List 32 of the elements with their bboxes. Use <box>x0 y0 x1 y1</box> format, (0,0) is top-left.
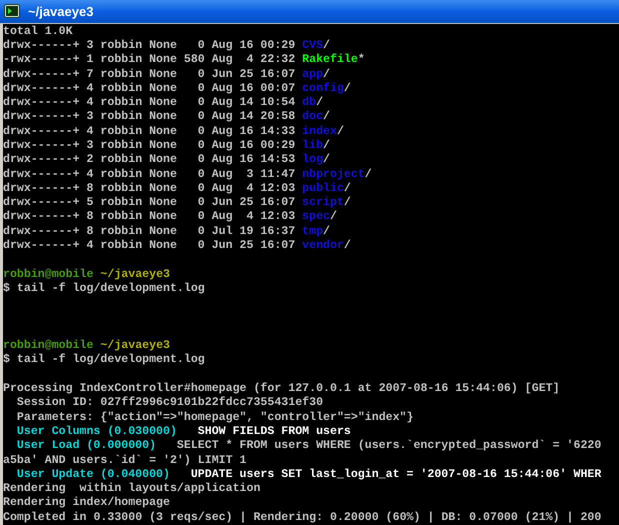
window-title: ~/javaeye3 <box>28 2 94 21</box>
terminal-line: Rendering within layouts/application <box>3 482 260 496</box>
terminal-line: Session ID: 027ff2996c9101b22fdcc7355431ef30 <box>16 396 324 411</box>
terminal-line: drwx------+ 7 robbin None 0 Jun 25 16:07 app/ <box>3 68 330 82</box>
terminal-line: drwx------+ 4 robbin None 0 Aug 16 14:33 index/ <box>3 124 344 139</box>
terminal-line: Rendering index/homepage <box>3 496 170 511</box>
terminal-line: drwx------+ 8 robbin None 0 Jul 19 16:37 tmp/ <box>3 224 330 240</box>
terminal-line: robbin@mobile ~/javaeye3 <box>3 268 170 282</box>
terminal-icon <box>4 3 20 20</box>
terminal-line: User Columns (0.030000) SHOW FIELDS FROM users <box>16 424 351 440</box>
terminal-line: drwx------+ 5 robbin None 0 Jun 25 16:07 script/ <box>3 196 351 210</box>
terminal-line: drwx------+ 3 robbin None 0 Aug 16 00:29 lib/ <box>3 138 330 154</box>
terminal-line: User Update (0.040000) UPDATE users SET last_login_at = '2007-08-16 15:44:06' WHER <box>16 468 602 482</box>
terminal-line: Parameters: {"action"=>"homepage", "controller"=>"index"} <box>16 410 414 425</box>
terminal-line: Completed in 0.33000 (3 reqs/sec) | Rendering: 0.20000 (60%) | DB: 0.07000 (21%) | 200 <box>3 510 602 525</box>
terminal-line: drwx------+ 8 robbin None 0 Aug 4 12:03 spec/ <box>3 210 337 225</box>
terminal-line: drwx------+ 3 robbin None 0 Aug 14 20:58 doc/ <box>3 110 330 125</box>
terminal-line: drwx------+ 4 robbin None 0 Aug 14 10:54 db/ <box>3 96 324 110</box>
terminal-line: Processing IndexController#homepage (for 127.0.0.1 at 2007-08-16 15:44:06) [GET] <box>3 382 560 396</box>
terminal-line: -rwx------+ 1 robbin None 580 Aug 4 22:32 Rakefile* <box>3 53 365 68</box>
terminal-line: drwx------+ 4 robbin None 0 Aug 3 11:47 nbproject/ <box>3 168 372 182</box>
terminal-line: drwx------+ 3 robbin None 0 Aug 16 00:29 CVS/ <box>3 38 330 53</box>
terminal-line: $ tail -f log/development.log <box>3 353 205 368</box>
terminal-line: drwx------+ 4 robbin None 0 Jun 25 16:07 vendor/ <box>3 239 351 254</box>
terminal-line: $ tail -f log/development.log <box>3 282 205 296</box>
terminal-line: robbin@mobile ~/javaeye3 <box>3 339 170 353</box>
terminal-line: a5ba' AND users.`id` = '2') LIMIT 1 <box>3 454 247 468</box>
terminal-line: drwx------+ 8 robbin None 0 Aug 4 12:03 public/ <box>3 182 351 196</box>
terminal-line: drwx------+ 4 robbin None 0 Aug 16 00:07 config/ <box>3 82 351 96</box>
terminal-line: User Load (0.000000) SELECT * FROM users WHERE (users.`encrypted_password` = '6220 <box>16 439 602 454</box>
terminal-line: drwx------+ 2 robbin None 0 Aug 16 14:53 log/ <box>3 153 330 168</box>
terminal-line: total 1.0K <box>3 24 73 39</box>
